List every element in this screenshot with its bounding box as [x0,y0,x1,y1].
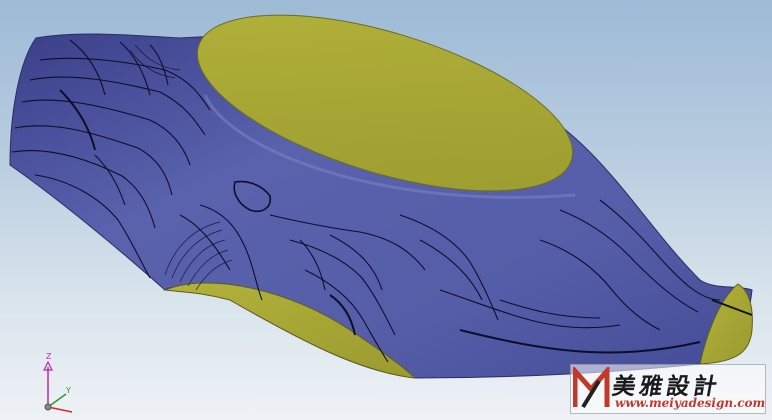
axis-triad-icon [43,360,73,413]
coordinate-triad: Z Y [22,352,86,418]
watermark-url: www.meiyadesign.com [615,396,766,410]
axis-y-label: Y [66,386,71,395]
cad-viewport[interactable]: Z Y 美雅設計 www.meiyadesign.com [0,0,772,420]
surface-model[interactable] [0,0,772,420]
axis-z-label: Z [46,352,52,361]
watermark: 美雅設計 www.meiyadesign.com [570,364,766,414]
M-logo-icon [573,367,610,409]
